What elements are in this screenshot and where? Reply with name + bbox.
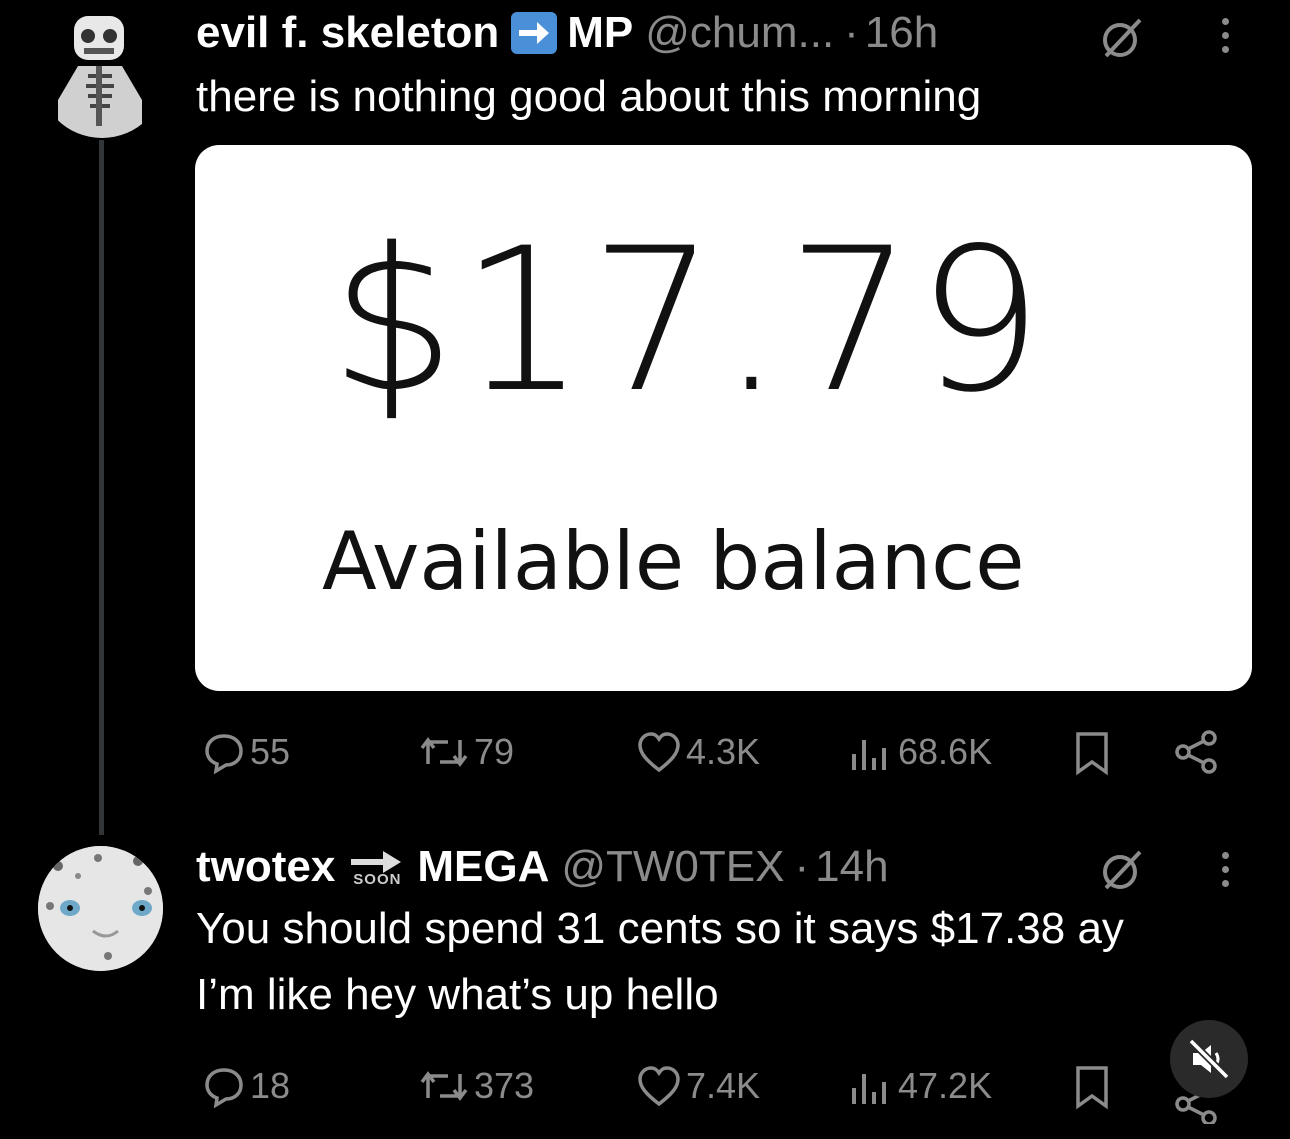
share-button[interactable] bbox=[1172, 728, 1220, 776]
views-count: 47.2K bbox=[898, 1065, 993, 1106]
soon-arrow-emoji-icon: SOON bbox=[349, 847, 405, 888]
reply-count: 55 bbox=[250, 731, 291, 772]
action-bar: 55 79 4.3K 68.6K bbox=[196, 722, 1256, 782]
repost-icon bbox=[420, 1071, 468, 1101]
timestamp[interactable]: 16h bbox=[865, 8, 938, 58]
action-bar: 18 373 7.4K 47.2K bbox=[196, 1060, 1256, 1124]
mute-toggle-button[interactable] bbox=[1170, 1020, 1248, 1098]
share-icon bbox=[1175, 730, 1217, 774]
like-count: 7.4K bbox=[686, 1065, 761, 1106]
reply-count: 18 bbox=[250, 1065, 291, 1106]
bookmark-button[interactable] bbox=[1072, 1064, 1112, 1110]
timestamp[interactable]: 14h bbox=[815, 842, 888, 892]
repost-button[interactable]: 79 bbox=[418, 730, 514, 774]
tweet-text: there is nothing good about this morning bbox=[196, 72, 982, 121]
reply-button[interactable]: 18 bbox=[202, 1064, 290, 1108]
reply-icon bbox=[205, 1068, 243, 1108]
like-button[interactable]: 7.4K bbox=[636, 1064, 760, 1108]
balance-amount: $17.79 bbox=[330, 205, 1047, 436]
separator-dot: · bbox=[844, 8, 859, 57]
tweet-header: evil f. skeleton MP @chum... · 16h bbox=[196, 8, 938, 58]
user-handle[interactable]: @TW0TEX bbox=[561, 842, 784, 892]
tweet-text-line: I’m like hey what’s up hello bbox=[196, 970, 719, 1019]
like-count: 4.3K bbox=[686, 731, 761, 772]
repost-icon bbox=[420, 737, 468, 767]
avatar[interactable] bbox=[38, 846, 163, 971]
repost-button[interactable]: 373 bbox=[418, 1064, 534, 1108]
views-icon bbox=[852, 740, 886, 770]
bookmark-icon bbox=[1076, 1066, 1108, 1110]
more-icon[interactable] bbox=[1222, 18, 1229, 53]
right-arrow-emoji-icon bbox=[511, 12, 558, 54]
like-icon bbox=[638, 1066, 680, 1107]
bookmark-icon bbox=[1076, 732, 1108, 776]
tweet-header: twotex SOON MEGA @TW0TEX · 14h bbox=[196, 842, 889, 892]
repost-count: 79 bbox=[474, 731, 515, 772]
like-icon bbox=[638, 732, 680, 773]
display-name[interactable]: evil f. skeleton bbox=[196, 8, 499, 58]
balance-label: Available balance bbox=[322, 515, 1025, 608]
grok-icon[interactable] bbox=[1098, 846, 1146, 899]
tweet-text-line: You should spend 31 cents so it says $17… bbox=[196, 904, 1124, 953]
bookmark-button[interactable] bbox=[1072, 730, 1112, 776]
like-button[interactable]: 4.3K bbox=[636, 730, 760, 774]
separator-dot: · bbox=[794, 842, 810, 891]
reply-button[interactable]: 55 bbox=[202, 730, 290, 774]
grok-icon[interactable] bbox=[1098, 14, 1146, 67]
display-name-suffix: MEGA bbox=[417, 842, 550, 891]
repost-count: 373 bbox=[474, 1065, 535, 1106]
thread-connector-line bbox=[99, 140, 104, 835]
reply-icon bbox=[205, 734, 243, 774]
views-count: 68.6K bbox=[898, 731, 993, 772]
display-name-suffix: MP bbox=[567, 8, 634, 57]
soon-label: SOON bbox=[353, 870, 402, 888]
avatar[interactable] bbox=[38, 10, 166, 138]
display-name[interactable]: twotex bbox=[196, 842, 335, 892]
mute-icon bbox=[1188, 1038, 1230, 1080]
more-icon[interactable] bbox=[1222, 852, 1229, 887]
views-icon bbox=[852, 1074, 886, 1104]
tweet-text: You should spend 31 cents so it says $17… bbox=[196, 896, 1276, 1028]
user-handle[interactable]: @chum... bbox=[645, 8, 834, 58]
views-button[interactable]: 68.6K bbox=[848, 730, 992, 774]
views-button[interactable]: 47.2K bbox=[848, 1064, 992, 1108]
